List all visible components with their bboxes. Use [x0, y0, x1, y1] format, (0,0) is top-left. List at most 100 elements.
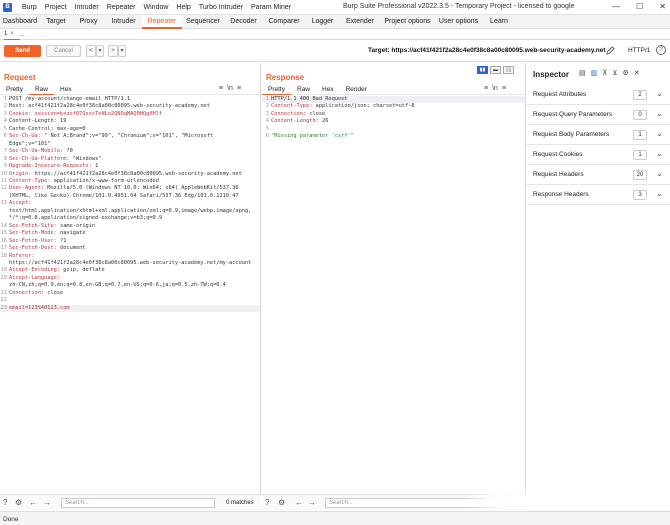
chevron-down-icon[interactable]: ⌄ [656, 169, 663, 178]
line-number: 4 [3, 118, 7, 125]
back-history-menu[interactable]: ▾ [96, 45, 104, 57]
cancel-button[interactable]: Cancel [46, 45, 81, 57]
inspector-section-request-body-parameters[interactable]: Request Body Parameters 1 ⌄ [527, 125, 670, 145]
tab-sequencer[interactable]: Sequencer [182, 15, 224, 29]
inspector-section-label: Request Attributes [533, 91, 587, 98]
next-match-icon[interactable]: → [308, 498, 316, 507]
inspector-section-request-headers[interactable]: Request Headers 20 ⌄ [527, 165, 670, 185]
help-icon[interactable]: ? [265, 498, 269, 507]
chevron-down-icon[interactable]: ⌄ [656, 109, 663, 118]
menu-repeater[interactable]: Repeater [103, 4, 140, 11]
tab-decoder[interactable]: Decoder [224, 15, 263, 29]
minimize-icon[interactable]: — [612, 2, 620, 11]
chevron-down-icon[interactable]: ⌄ [656, 189, 663, 198]
menu-window[interactable]: Window [140, 4, 173, 11]
next-match-icon[interactable]: → [43, 498, 51, 507]
line-text: Content-Length: 26 [271, 118, 525, 125]
tab-dashboard[interactable]: Dashboard [0, 15, 40, 29]
tab-logger[interactable]: Logger [305, 15, 340, 29]
previous-match-icon[interactable]: ← [29, 498, 37, 507]
inspector-section-response-headers[interactable]: Response Headers 3 ⌄ [527, 185, 670, 205]
line-number: 19 [0, 267, 7, 274]
response-view-tab-pretty[interactable]: Pretty [262, 85, 291, 95]
tab-comparer[interactable]: Comparer [263, 15, 305, 29]
line-number: 15 [0, 230, 7, 237]
expand-all-icon[interactable]: ⊻ [612, 69, 617, 77]
close-tab-icon[interactable]: × [10, 31, 14, 37]
inspector-settings-icon[interactable]: ⚙ [623, 69, 629, 77]
tab-intruder[interactable]: Intruder [105, 15, 142, 29]
request-editor[interactable]: 1 POST /my-account/change-email HTTP/1.1 2… [0, 96, 260, 313]
code-line: 2 Host: acf41f421f2a28c4e0f38c8a00c80095.… [0, 103, 260, 110]
forward-button[interactable]: > [108, 45, 118, 57]
menu-burp[interactable]: Burp [18, 4, 41, 11]
maximize-icon[interactable]: ☐ [636, 2, 643, 11]
edit-target-icon[interactable] [606, 46, 615, 57]
line-number: 12 [0, 185, 7, 192]
send-button[interactable]: Send [4, 45, 41, 57]
actions-menu-icon[interactable]: ≡ [219, 85, 223, 92]
search-settings-icon[interactable]: ⚙ [278, 498, 285, 507]
close-window-icon[interactable]: ✕ [659, 2, 666, 11]
tab-learn[interactable]: Learn [482, 15, 516, 29]
forward-history-menu[interactable]: ▾ [118, 45, 126, 57]
http-version-selector[interactable]: HTTP/1 [628, 47, 650, 54]
line-number: 11 [0, 177, 7, 184]
chevron-down-icon[interactable]: ⌄ [656, 129, 663, 138]
inspector-layout-alt-icon[interactable]: ▥ [591, 69, 598, 77]
chevron-down-icon[interactable]: ⌄ [656, 89, 663, 98]
inspector-section-count: 2 [633, 90, 647, 100]
request-search-input[interactable]: Search... [61, 498, 215, 508]
menu-param-miner[interactable]: Param Miner [247, 4, 295, 11]
search-settings-icon[interactable]: ⚙ [15, 498, 22, 507]
tab-extender[interactable]: Extender [340, 15, 380, 29]
menu-turbo-intruder[interactable]: Turbo Intruder [195, 4, 247, 11]
response-view-tab-hex[interactable]: Hex [316, 85, 340, 95]
layout-stacked-icon[interactable]: ▬ [490, 66, 501, 74]
request-view-tab-raw[interactable]: Raw [28, 85, 54, 95]
inspector-menu-icon[interactable]: ≡ [502, 85, 506, 92]
code-line: 15 Sec-Fetch-Mode: navigate [0, 230, 260, 237]
code-token: Connection: [9, 289, 48, 296]
line-text [271, 126, 525, 133]
code-token: 26 [322, 118, 329, 125]
inspector-section-request-cookies[interactable]: Request Cookies 1 ⌄ [527, 145, 670, 165]
actions-menu-icon[interactable]: ≡ [484, 85, 488, 92]
inspector-layout-icon[interactable]: ▤ [579, 69, 586, 77]
response-view-tab-render[interactable]: Render [340, 85, 373, 95]
request-view-tab-hex[interactable]: Hex [54, 85, 78, 95]
response-view-tab-raw[interactable]: Raw [291, 85, 316, 95]
chevron-down-icon[interactable]: ⌄ [656, 149, 663, 158]
newline-toggle-icon[interactable]: \n [492, 85, 498, 92]
layout-tabs-icon[interactable]: ▯▯ [503, 66, 514, 74]
previous-match-icon[interactable]: ← [295, 498, 303, 507]
request-view-tab-pretty[interactable]: Pretty [0, 85, 29, 95]
code-token: document [60, 245, 86, 252]
code-token: Edge";v="101" [9, 140, 51, 147]
inspector-section-request-query-parameters[interactable]: Request Query Parameters 0 ⌄ [527, 105, 670, 125]
add-tab-button[interactable]: ... [19, 29, 25, 40]
menu-help[interactable]: Help [172, 4, 194, 11]
tab-project-options[interactable]: Project options [380, 15, 435, 29]
back-button[interactable]: < [86, 45, 96, 57]
menu-project[interactable]: Project [41, 4, 71, 11]
tab-target[interactable]: Target [40, 15, 72, 29]
repeater-tab-1[interactable]: 1 × [4, 29, 20, 40]
line-number: 6 [3, 133, 7, 140]
inspector-section-request-attributes[interactable]: Request Attributes 2 ⌄ [527, 85, 670, 105]
app-title: Burp Suite Professional v2022.3.5 - Temp… [343, 3, 575, 10]
collapse-all-icon[interactable]: ⊼ [602, 69, 607, 77]
inspector-section-label: Request Query Parameters [533, 111, 613, 118]
tab-repeater[interactable]: Repeater [142, 15, 182, 29]
help-icon[interactable]: ? [656, 45, 666, 55]
tab-user-options[interactable]: User options [435, 15, 482, 29]
code-token: session=bxzxfO7QsssToNLo2QNSqMAQ0HQgXHlf [34, 110, 163, 117]
response-editor[interactable]: 1 HTTP/1.1 400 Bad Request 2 Content-Type: … [262, 96, 525, 141]
tab-proxy[interactable]: Proxy [72, 15, 105, 29]
inspector-menu-icon[interactable]: ≡ [237, 85, 241, 92]
help-icon[interactable]: ? [3, 498, 7, 507]
newline-toggle-icon[interactable]: \n [227, 85, 233, 92]
menu-intruder[interactable]: Intruder [71, 4, 103, 11]
inspector-close-icon[interactable]: ✕ [634, 69, 640, 77]
layout-side-by-side-icon[interactable]: ▮▮ [477, 66, 488, 74]
